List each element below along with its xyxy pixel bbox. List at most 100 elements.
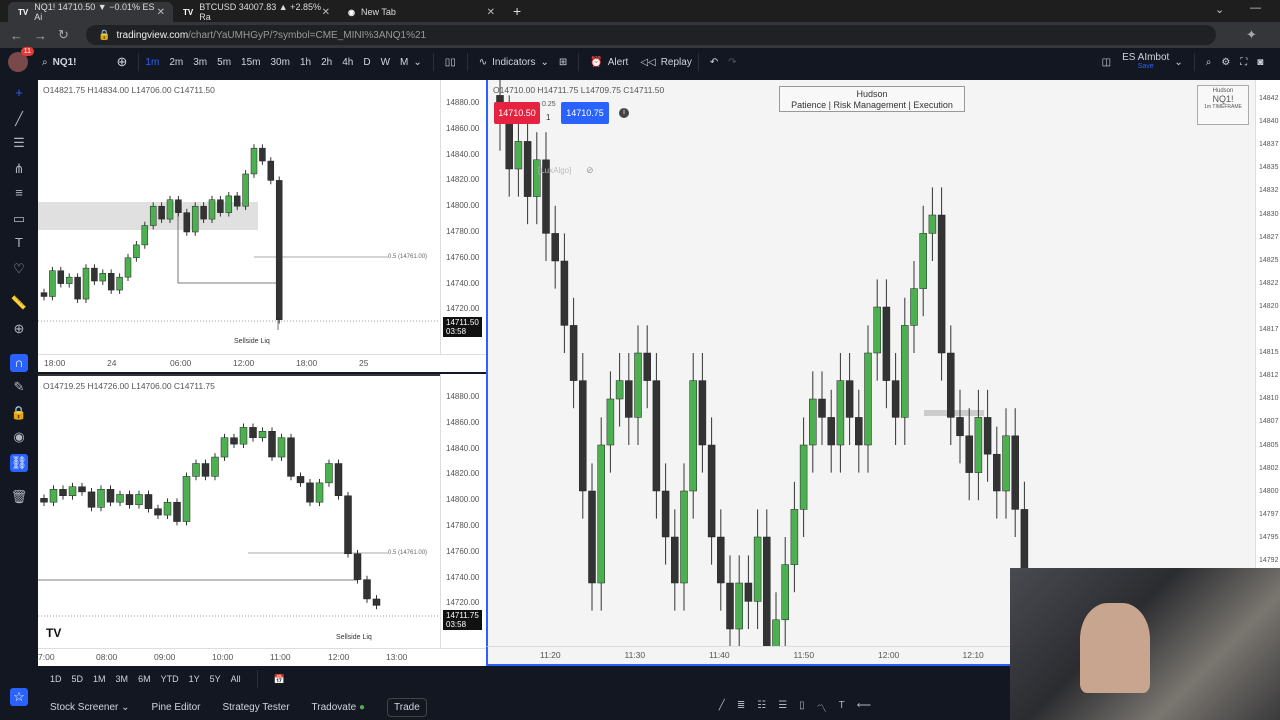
price-axis-top[interactable]: 14711.50 03:58 14880.00 14860.00 14840.00 14… [440, 80, 486, 354]
new-tab-button[interactable]: + [513, 3, 521, 19]
zoom-icon[interactable]: ⊕ [10, 320, 28, 338]
chart-pane-bottom[interactable]: O14719.25 H14726.00 L14706.00 C14711.75 … [38, 374, 440, 648]
ruler-icon[interactable]: 📏 [10, 294, 28, 312]
eye-hidden-icon[interactable]: ⊘ [586, 165, 594, 176]
interval-1h[interactable]: 1h [300, 57, 311, 68]
fullscreen-icon[interactable]: ⛶ [1240, 57, 1247, 68]
interval-5m[interactable]: 5m [217, 57, 231, 68]
trade-button[interactable]: Trade [387, 697, 427, 717]
forward-icon[interactable]: → [34, 28, 48, 43]
rectangle-icon[interactable]: ▯ [799, 700, 805, 715]
redo-icon[interactable]: ↷ [728, 57, 736, 68]
range-5D[interactable]: 5D [72, 674, 84, 684]
pine-editor-tab[interactable]: Pine Editor [152, 702, 201, 713]
interval-W[interactable]: W [381, 57, 390, 68]
replay-button[interactable]: Replay [661, 57, 692, 68]
interval-30m[interactable]: 30m [271, 57, 290, 68]
info-icon[interactable]: i [619, 108, 629, 118]
avatar[interactable]: 11 [8, 47, 34, 72]
price-axis-main[interactable]: 14842 14840 14837 14835 14832 14830 14827 14825… [1255, 80, 1280, 568]
crosshair-icon[interactable]: + [10, 84, 28, 102]
fib-icon[interactable]: ≣ [737, 700, 745, 715]
horizontal-lines-icon[interactable]: ☰ [778, 700, 787, 715]
undo-icon[interactable]: ↶ [710, 57, 718, 68]
range-All[interactable]: All [231, 674, 241, 684]
horizontal-lines-icon[interactable]: ☰ [10, 134, 28, 152]
magnet-icon[interactable]: ∩ [10, 354, 28, 372]
fib-icon[interactable]: ≡ [10, 184, 28, 202]
interval-3m[interactable]: 3m [193, 57, 207, 68]
watchlist-star-icon[interactable]: ☆ [10, 688, 28, 706]
tab-btc[interactable]: TV BTCUSD 34007.83 ▲ +2.85% Ra ✕ [173, 2, 338, 22]
horizontal-ray-icon[interactable]: ⟵ [857, 700, 871, 715]
time-axis-top[interactable]: 18:00 24 06:00 12:00 18:00 25 [38, 354, 486, 372]
stock-screener-tab[interactable]: Stock Screener ⌄ [50, 702, 130, 713]
range-6M[interactable]: 6M [138, 674, 151, 684]
url-input[interactable]: 🔒 tradingview.com/chart/YaUMHGyP/?symbol=… [86, 25, 1216, 45]
templates-icon[interactable]: ⊞ [559, 57, 567, 68]
time-axis-bottom[interactable]: 7:00 08:00 09:00 10:00 11:00 12:00 13:00 [38, 648, 486, 666]
chevron-down-icon[interactable]: ⌄ [1174, 57, 1182, 68]
alert-button[interactable]: Alert [608, 57, 629, 68]
range-1M[interactable]: 1M [93, 674, 106, 684]
close-icon[interactable]: ✕ [487, 7, 495, 18]
trash-icon[interactable]: 🗑 [10, 488, 28, 506]
quantity-input[interactable]: 1 [546, 113, 550, 122]
fib-channel-icon[interactable]: ☷ [757, 700, 766, 715]
camera-icon[interactable]: ◙ [1257, 57, 1263, 68]
range-YTD[interactable]: YTD [161, 674, 179, 684]
reload-icon[interactable]: ↻ [58, 27, 72, 43]
trendline-icon[interactable]: ╱ [10, 110, 28, 128]
price-axis-bottom[interactable]: 14711.75 03:58 14880.00 14860.00 14840.00 14… [440, 374, 486, 648]
compare-add-icon[interactable]: ⊕ [117, 54, 128, 70]
back-icon[interactable]: ← [10, 28, 24, 43]
chevron-down-icon[interactable]: ⌄ [541, 57, 549, 68]
range-1Y[interactable]: 1Y [189, 674, 200, 684]
tab-search-icon[interactable]: ⌄ [1215, 3, 1224, 16]
tab-new[interactable]: ◉ New Tab ✕ [338, 2, 503, 22]
link-icon[interactable]: ⛓ [10, 454, 28, 472]
eye-icon[interactable]: ◉ [10, 428, 28, 446]
chevron-down-icon[interactable]: ⌄ [413, 57, 421, 68]
quick-search-icon[interactable]: ⌕ [1206, 57, 1212, 68]
rectangle-icon[interactable]: ▭ [10, 210, 28, 228]
symbol-search[interactable]: NQ1! [53, 57, 77, 68]
range-5Y[interactable]: 5Y [210, 674, 221, 684]
close-icon[interactable]: ✕ [157, 7, 165, 18]
interval-M[interactable]: M [400, 57, 408, 68]
tab-nq[interactable]: TV NQ1! 14710.50 ▼ −0.01% ES Ai ✕ [8, 2, 173, 22]
trendline-icon[interactable]: ╱ [719, 700, 725, 715]
interval-15m[interactable]: 15m [241, 57, 260, 68]
extensions-icon[interactable]: ✦ [1246, 27, 1260, 43]
text-icon[interactable]: T [839, 700, 845, 715]
chart-pane-main[interactable]: O14710.00 H14711.75 L14709.75 C14711.50 … [486, 80, 1255, 646]
search-icon[interactable]: ⌕ [42, 57, 48, 68]
lock-icon[interactable]: 🔒 [10, 404, 28, 422]
interval-4h[interactable]: 4h [342, 57, 353, 68]
interval-2m[interactable]: 2m [169, 57, 183, 68]
interval-1m[interactable]: 1m [145, 57, 159, 68]
time-axis-main[interactable]: 11:20 11:30 11:40 11:50 12:00 12:10 [486, 646, 1010, 666]
heart-icon[interactable]: ♡ [10, 260, 28, 278]
goto-date-icon[interactable]: 📅 [274, 674, 285, 685]
layout-icon[interactable]: ◫ [1102, 57, 1111, 68]
strategy-tester-tab[interactable]: Strategy Tester [222, 702, 289, 713]
interval-D[interactable]: D [363, 57, 370, 68]
range-1D[interactable]: 1D [50, 674, 62, 684]
range-3M[interactable]: 3M [116, 674, 129, 684]
indicators-button[interactable]: Indicators [492, 57, 535, 68]
gear-icon[interactable]: ⚙ [1221, 57, 1230, 68]
buy-button[interactable]: 14710.75 [561, 102, 609, 124]
chart-pane-top[interactable]: O14821.75 H14834.00 L14706.00 C14711.50 … [38, 80, 440, 354]
close-icon[interactable]: ✕ [322, 7, 330, 18]
candle-type-icon[interactable]: ▯▯ [445, 57, 456, 68]
pencil-lock-icon[interactable]: ✎ [10, 378, 28, 396]
path-icon[interactable]: 〽 [817, 700, 827, 715]
sell-button[interactable]: 14710.50 [494, 102, 540, 124]
tradovate-tab[interactable]: Tradovate ● [312, 702, 365, 713]
minimize-button[interactable]: — [1250, 2, 1261, 14]
interval-2h[interactable]: 2h [321, 57, 332, 68]
layout-name[interactable]: ES AImbot Save [1122, 53, 1169, 71]
pitchfork-icon[interactable]: ⋔ [10, 160, 28, 178]
text-icon[interactable]: T [10, 234, 28, 252]
